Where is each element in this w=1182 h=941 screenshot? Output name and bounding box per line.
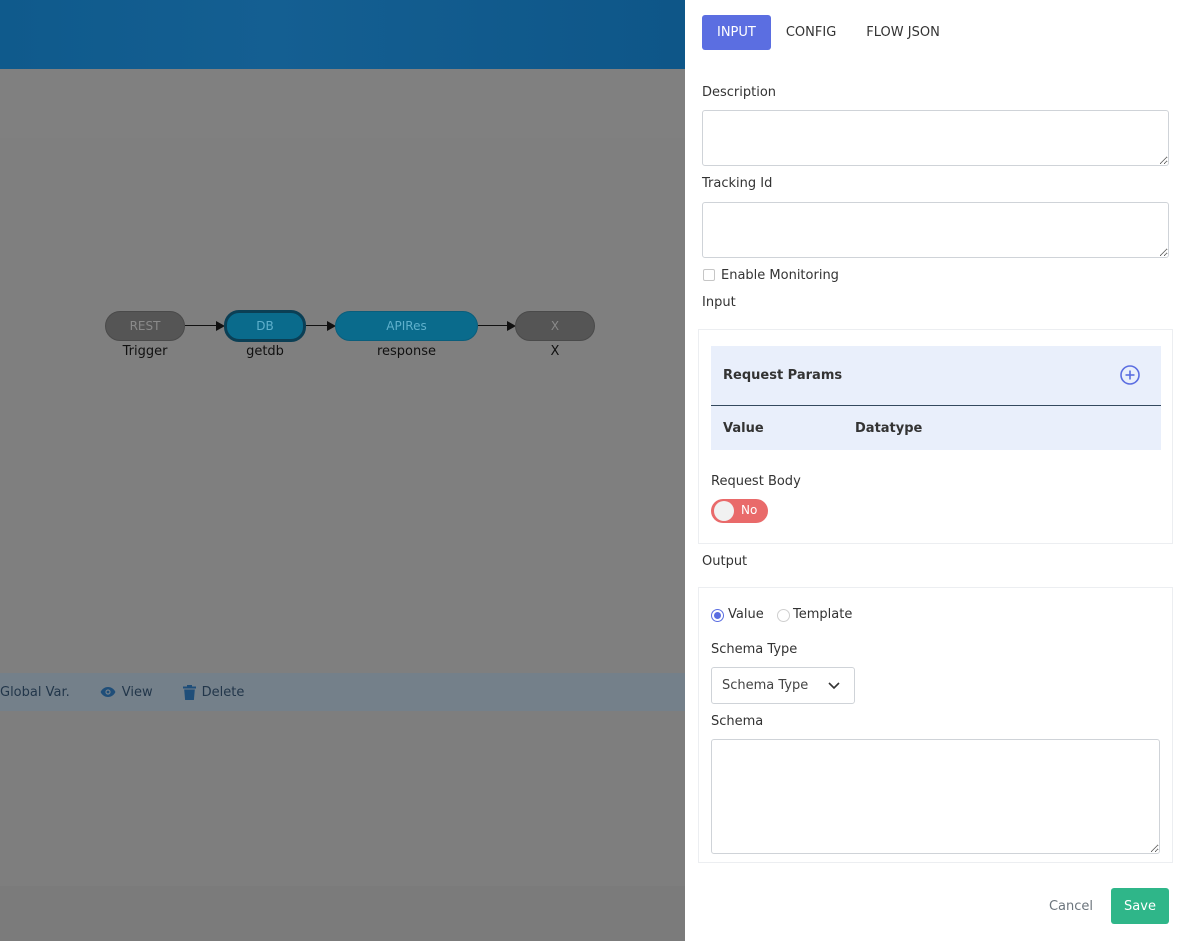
panel-tabs: INPUT CONFIG FLOW JSON [702, 15, 955, 50]
request-params-header: Request Params [711, 346, 1161, 406]
delete-button[interactable]: Delete [182, 684, 245, 700]
bottom-area [0, 711, 685, 886]
node-text: DB [256, 319, 274, 333]
flow-toolbar: Global Var. View Delete [0, 673, 685, 711]
output-template-radio[interactable] [777, 609, 790, 622]
node-label: getdb [246, 344, 284, 359]
flow-node-apires[interactable]: APIRes [335, 311, 478, 341]
view-button[interactable]: View [100, 685, 153, 700]
delete-label: Delete [201, 684, 245, 700]
cancel-button[interactable]: Cancel [1039, 888, 1103, 924]
flow-node-x[interactable]: X [515, 311, 595, 341]
request-params-title: Request Params [723, 368, 843, 383]
tab-flow-json[interactable]: FLOW JSON [851, 15, 955, 50]
toggle-text: No [741, 503, 758, 517]
toggle-knob [714, 501, 734, 521]
tracking-id-textarea[interactable] [702, 202, 1169, 258]
output-section: Value Template Schema Type Schema Type S… [698, 587, 1173, 863]
flow-node-db[interactable]: DB [224, 310, 306, 342]
tab-config[interactable]: CONFIG [771, 15, 851, 50]
node-label: Trigger [122, 344, 168, 359]
schema-type-select[interactable]: Schema Type [711, 667, 855, 704]
request-body-toggle[interactable]: No [711, 499, 768, 523]
view-label: View [121, 684, 153, 700]
trash-icon [182, 684, 196, 700]
input-section-label: Input [702, 295, 736, 310]
flow-edge [478, 325, 509, 326]
node-label: X [550, 344, 560, 359]
tracking-id-label: Tracking Id [702, 176, 773, 191]
column-header-datatype: Datatype [855, 420, 923, 436]
node-text: APIRes [386, 319, 427, 333]
request-params-columns: Value Datatype [711, 406, 1161, 450]
description-textarea[interactable] [702, 110, 1169, 166]
enable-monitoring-label: Enable Monitoring [721, 268, 839, 283]
node-config-panel: INPUT CONFIG FLOW JSON Description Track… [685, 0, 1182, 941]
eye-icon [100, 687, 116, 697]
schema-textarea[interactable] [711, 739, 1160, 854]
description-label: Description [702, 85, 777, 100]
node-text: X [550, 319, 560, 333]
output-section-label: Output [702, 554, 748, 569]
schema-label: Schema [711, 714, 764, 729]
global-var-button[interactable]: Global Var. [0, 685, 70, 700]
node-label: response [376, 344, 437, 359]
node-text: REST [129, 319, 161, 333]
tab-input[interactable]: INPUT [702, 15, 771, 50]
output-value-radio[interactable] [711, 609, 724, 622]
flow-node-rest[interactable]: REST [105, 311, 185, 341]
enable-monitoring-checkbox[interactable] [703, 269, 715, 281]
schema-type-value: Schema Type [722, 678, 809, 693]
bottom-bar [0, 886, 685, 941]
sub-header [0, 69, 685, 138]
save-button[interactable]: Save [1111, 888, 1169, 924]
output-value-label: Value [728, 607, 764, 622]
input-section: Request Params Value Datatype Request Bo… [698, 329, 1173, 544]
column-header-value: Value [723, 420, 764, 436]
chevron-down-icon [828, 682, 840, 690]
add-param-icon[interactable] [1119, 364, 1141, 386]
flow-canvas: REST Trigger DB getdb APIRes response X … [0, 138, 685, 673]
flow-editor-background: REST Trigger DB getdb APIRes response X … [0, 0, 685, 941]
request-body-label: Request Body [711, 474, 801, 489]
schema-type-label: Schema Type [711, 642, 798, 657]
flow-edge [185, 325, 219, 326]
output-template-label: Template [793, 607, 853, 622]
app-header [0, 0, 685, 69]
